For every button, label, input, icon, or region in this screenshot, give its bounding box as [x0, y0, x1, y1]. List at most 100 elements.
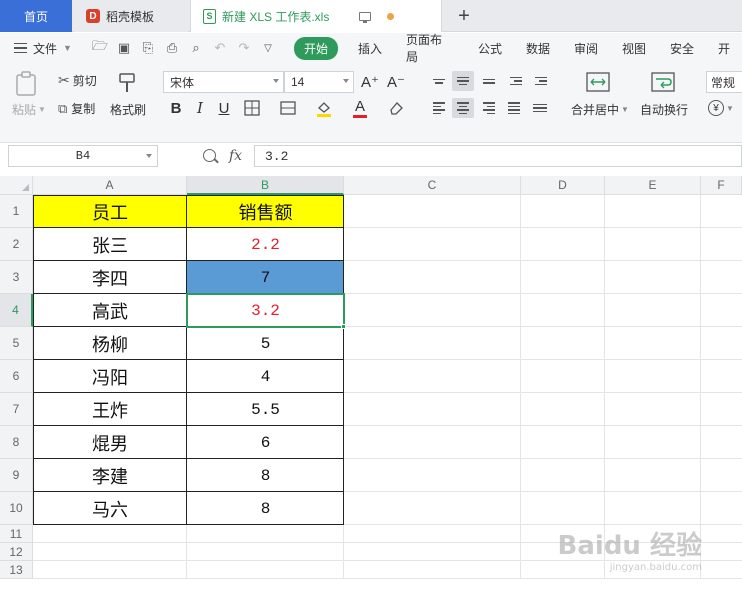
align-left-icon[interactable]	[428, 98, 450, 118]
sales-cell[interactable]: 5	[187, 327, 344, 360]
font-color-button[interactable]: A	[350, 96, 370, 118]
sales-cell[interactable]: 7	[187, 261, 344, 294]
bold-button[interactable]: B	[166, 98, 186, 118]
font-shrink-button[interactable]: A⁻	[386, 72, 406, 92]
number-format-select[interactable]: 常规	[706, 71, 742, 93]
name-box[interactable]: B4	[8, 145, 158, 167]
format-painter-icon[interactable]	[117, 71, 143, 95]
tab-data[interactable]: 数据	[526, 40, 550, 57]
font-size-select[interactable]: 14	[284, 71, 354, 93]
new-tab-button[interactable]: +	[452, 0, 476, 32]
sales-cell[interactable]: 6	[187, 426, 344, 459]
tab-view[interactable]: 视图	[622, 40, 646, 57]
distributed-icon[interactable]	[529, 98, 551, 118]
tab-template[interactable]: D 稻壳模板	[74, 0, 188, 32]
sales-cell[interactable]: 8	[187, 459, 344, 492]
name-cell[interactable]: 高武	[33, 294, 187, 327]
column-header[interactable]: D	[521, 176, 605, 195]
format-painter-button[interactable]: 格式刷	[110, 101, 146, 118]
open-folder-icon[interactable]: 🗁	[92, 38, 108, 56]
currency-button[interactable]: ¥ ▼	[708, 100, 734, 116]
underline-button[interactable]: U	[214, 98, 234, 118]
justify-icon[interactable]	[503, 98, 525, 118]
wrap-text-icon[interactable]	[651, 69, 677, 95]
customize-icon[interactable]: ▽	[260, 40, 276, 56]
header-cell[interactable]: 销售额	[187, 195, 344, 228]
font-name-select[interactable]: 宋体	[163, 71, 284, 93]
column-header[interactable]: F	[701, 176, 742, 195]
align-middle-icon[interactable]	[452, 71, 474, 91]
row-header[interactable]: 6	[0, 360, 33, 393]
tab-review[interactable]: 审阅	[574, 40, 598, 57]
fill-handle[interactable]	[341, 324, 346, 329]
row-header[interactable]: 5	[0, 327, 33, 360]
align-right-icon[interactable]	[478, 98, 500, 118]
row-header[interactable]: 11	[0, 525, 33, 543]
column-header[interactable]: B	[187, 176, 344, 195]
name-cell[interactable]: 李四	[33, 261, 187, 294]
align-center-icon[interactable]	[452, 98, 474, 118]
paste-button[interactable]: 粘贴 ▼	[12, 101, 46, 118]
row-header[interactable]: 3	[0, 261, 33, 294]
tab-document[interactable]: S 新建 XLS 工作表.xls	[190, 0, 442, 32]
row-header[interactable]: 9	[0, 459, 33, 492]
fill-color-icon[interactable]	[314, 98, 334, 118]
column-header[interactable]: E	[605, 176, 701, 195]
fill-pattern-icon[interactable]	[278, 98, 298, 118]
fx-icon[interactable]: fx	[229, 148, 242, 164]
column-header[interactable]: C	[344, 176, 521, 195]
eraser-icon[interactable]	[386, 98, 406, 118]
sales-cell[interactable]: 8	[187, 492, 344, 525]
name-cell[interactable]: 李建	[33, 459, 187, 492]
redo-icon[interactable]: ↷	[236, 40, 252, 56]
row-header[interactable]: 8	[0, 426, 33, 459]
tab-insert[interactable]: 插入	[358, 40, 382, 57]
row-header[interactable]: 2	[0, 228, 33, 261]
tab-home[interactable]: 首页	[0, 0, 72, 32]
name-cell[interactable]: 杨柳	[33, 327, 187, 360]
undo-icon[interactable]: ↶	[212, 40, 228, 56]
merge-center-icon[interactable]	[586, 69, 612, 95]
decrease-indent-icon[interactable]	[505, 71, 527, 91]
name-cell[interactable]: 焜男	[33, 426, 187, 459]
align-bottom-icon[interactable]	[478, 71, 500, 91]
increase-indent-icon[interactable]	[530, 71, 552, 91]
font-grow-button[interactable]: A⁺	[360, 72, 380, 92]
zoom-icon[interactable]	[203, 149, 216, 162]
row-header[interactable]: 7	[0, 393, 33, 426]
copy-button[interactable]: ⧉ 复制	[58, 100, 95, 117]
file-menu[interactable]: 文件 ▼	[14, 40, 84, 57]
select-all-corner[interactable]	[0, 176, 33, 195]
sales-cell[interactable]: 5.5	[187, 393, 344, 426]
sales-cell[interactable]: 2.2	[187, 228, 344, 261]
row-header[interactable]: 12	[0, 543, 33, 561]
name-cell[interactable]: 马六	[33, 492, 187, 525]
sales-cell[interactable]: 4	[187, 360, 344, 393]
spreadsheet-grid[interactable]: A B C D E F 1 2 3 4 5 6 7 8 9 10 11 12 13 员工 销售额 张三 2.2 李四 7 高武 3.…	[0, 176, 742, 593]
formula-input[interactable]: 3.2	[254, 145, 742, 167]
row-header[interactable]: 13	[0, 561, 33, 579]
print-preview-icon[interactable]: ⌕	[188, 40, 204, 56]
name-cell[interactable]: 冯阳	[33, 360, 187, 393]
paste-icon[interactable]	[14, 71, 42, 97]
name-cell[interactable]: 张三	[33, 228, 187, 261]
export-icon[interactable]: ⎘	[140, 40, 156, 56]
tab-start[interactable]: 开始	[293, 36, 338, 60]
tab-more[interactable]: 开	[718, 40, 730, 57]
row-header[interactable]: 1	[0, 195, 33, 228]
align-top-icon[interactable]	[428, 71, 450, 91]
column-header[interactable]: A	[33, 176, 187, 195]
print-icon[interactable]: ⎙	[164, 40, 180, 56]
italic-button[interactable]: I	[190, 98, 210, 118]
row-header[interactable]: 10	[0, 492, 33, 525]
name-cell[interactable]: 王炸	[33, 393, 187, 426]
cut-button[interactable]: ✂ 剪切	[58, 72, 97, 89]
tab-security[interactable]: 安全	[670, 40, 694, 57]
header-cell[interactable]: 员工	[33, 195, 187, 228]
tab-page-layout[interactable]: 页面布局	[406, 31, 454, 65]
wrap-text-button[interactable]: 自动换行	[640, 101, 688, 118]
monitor-icon[interactable]	[359, 11, 372, 23]
merge-center-button[interactable]: 合并居中 ▼	[571, 101, 629, 118]
row-header[interactable]: 4	[0, 294, 33, 327]
tab-formulas[interactable]: 公式	[478, 40, 502, 57]
